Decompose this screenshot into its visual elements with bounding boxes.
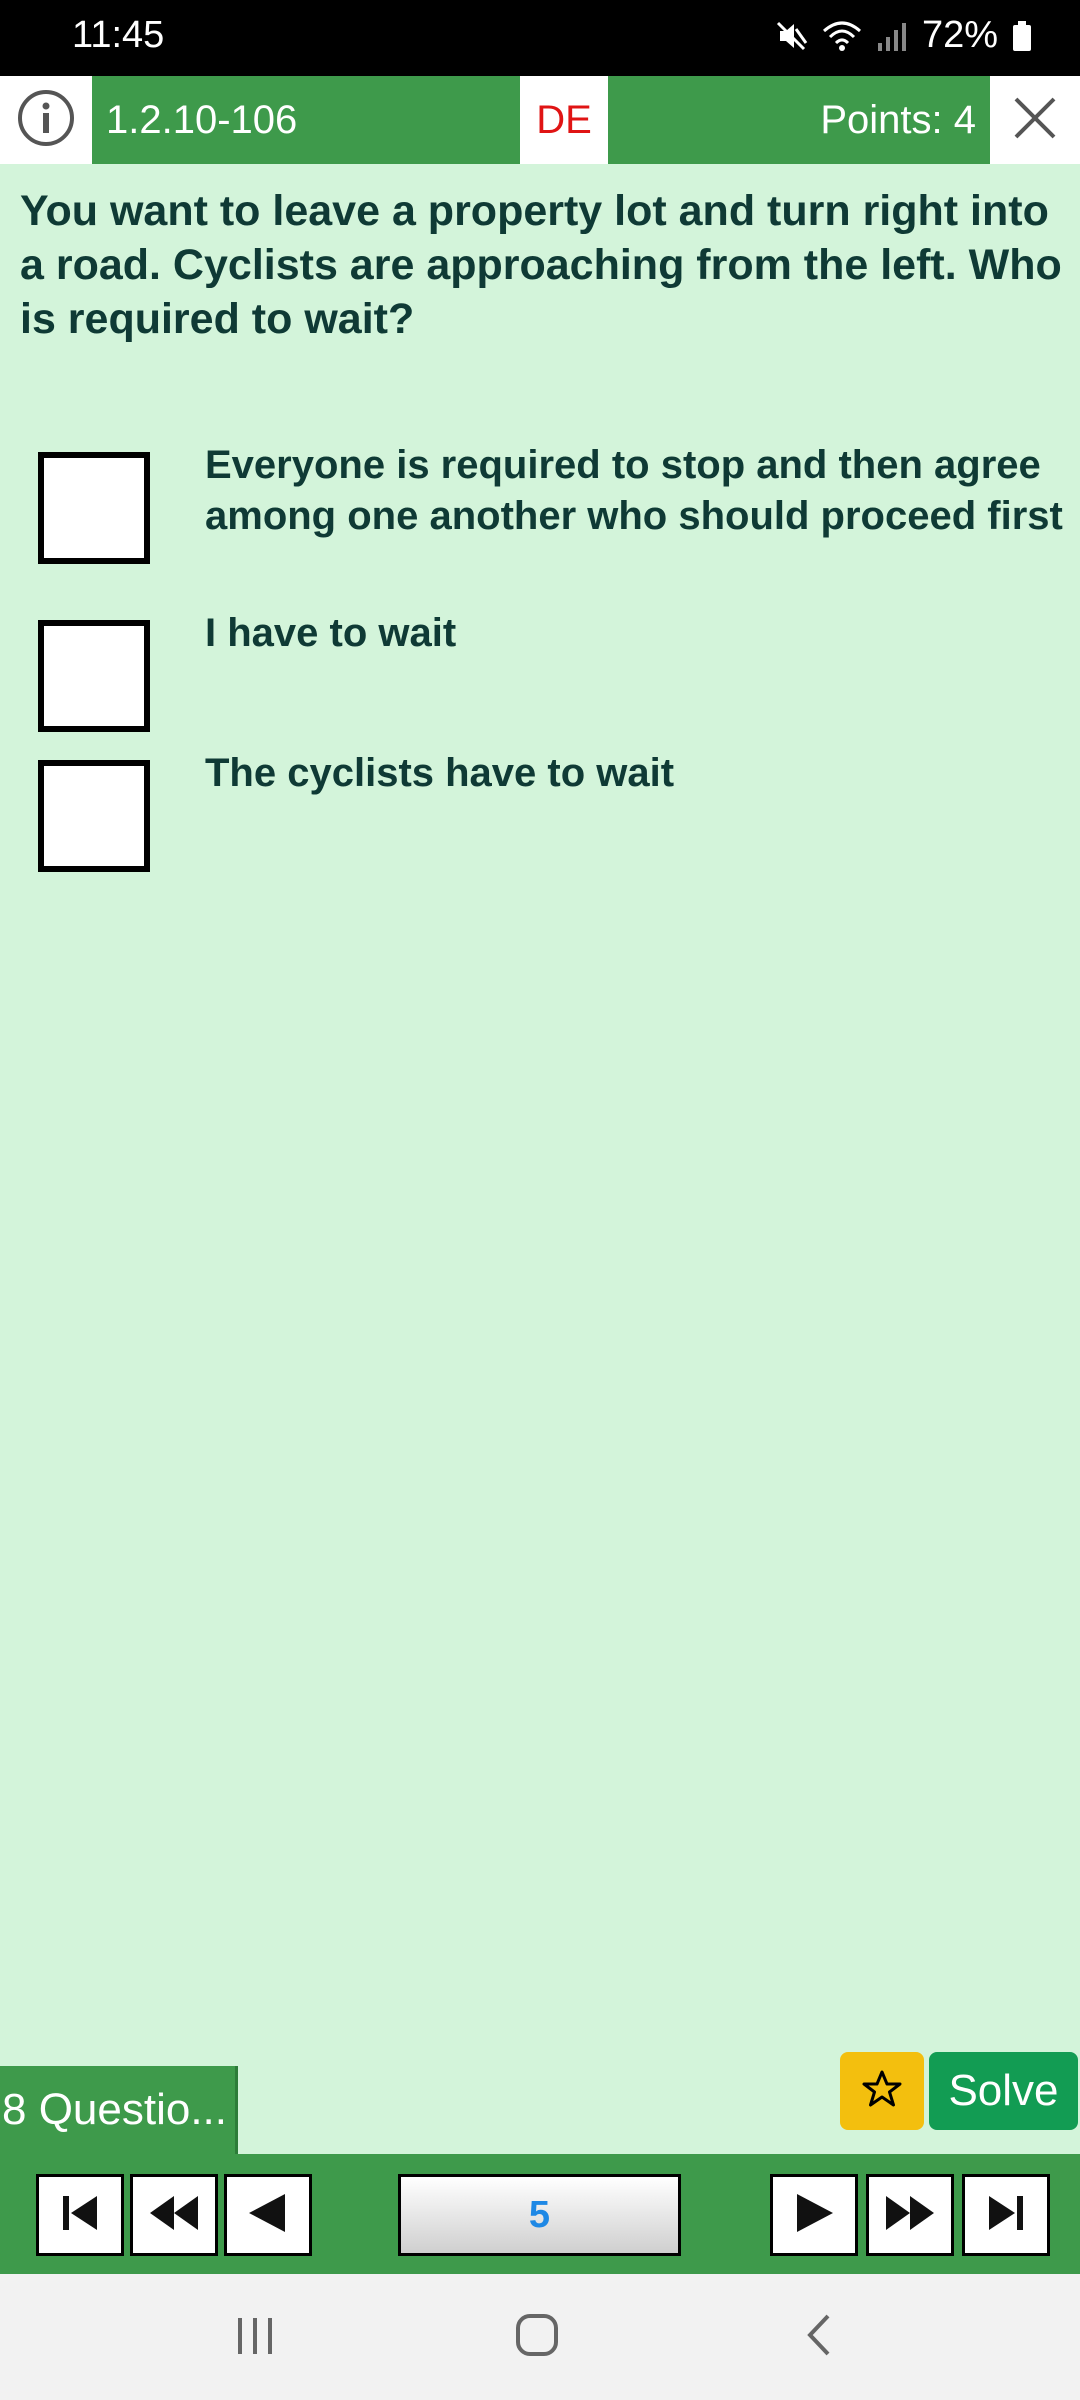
language-toggle[interactable]: DE — [520, 76, 608, 164]
previous-question-button[interactable] — [224, 2174, 312, 2256]
close-icon — [1012, 95, 1058, 146]
previous-icon — [243, 2188, 293, 2243]
status-icons: 72% — [774, 14, 1032, 57]
star-icon — [862, 2069, 902, 2114]
answer-text: I have to wait — [205, 611, 457, 655]
battery-percent: 72% — [921, 14, 998, 56]
fast-forward-icon — [882, 2188, 938, 2243]
close-button[interactable] — [990, 76, 1080, 164]
question-header: 1.2.10-106 DE Points: 4 — [0, 76, 1080, 164]
status-time: 11:45 — [72, 14, 165, 56]
questions-list-tab[interactable]: 8 Questio... — [0, 2066, 238, 2154]
battery-icon — [1012, 19, 1032, 53]
question-text: You want to leave a property lot and tur… — [20, 187, 1062, 343]
current-question-number[interactable]: 5 — [398, 2174, 681, 2256]
recent-apps-button[interactable] — [230, 2310, 280, 2365]
solve-button[interactable]: Solve — [929, 2052, 1078, 2130]
question-navigation: 5 — [0, 2154, 1080, 2274]
answer-checkbox[interactable] — [38, 760, 150, 872]
first-question-button[interactable] — [36, 2174, 124, 2256]
status-bar: 11:45 72% — [0, 0, 1080, 76]
answer-text: The cyclists have to wait — [205, 751, 675, 795]
fast-forward-button[interactable] — [866, 2174, 954, 2256]
rewind-icon — [146, 2188, 202, 2243]
back-button[interactable] — [800, 2310, 840, 2365]
points-label: Points: 4 — [608, 76, 990, 164]
info-button[interactable] — [0, 76, 92, 164]
last-question-button[interactable] — [962, 2174, 1050, 2256]
answer-checkbox[interactable] — [38, 620, 150, 732]
wifi-icon — [822, 19, 862, 53]
skip-first-icon — [55, 2188, 105, 2243]
rewind-button[interactable] — [130, 2174, 218, 2256]
bookmark-button[interactable] — [840, 2052, 924, 2130]
answer-checkbox[interactable] — [38, 452, 150, 564]
question-code: 1.2.10-106 — [92, 76, 520, 164]
info-icon — [16, 88, 76, 153]
recent-apps-icon — [230, 2310, 280, 2365]
signal-icon — [876, 19, 908, 53]
mute-icon — [774, 19, 808, 53]
next-icon — [789, 2188, 839, 2243]
next-question-button[interactable] — [770, 2174, 858, 2256]
answer-text: Everyone is required to stop and then ag… — [205, 443, 1063, 538]
back-icon — [800, 2310, 840, 2365]
home-button[interactable] — [512, 2310, 562, 2365]
skip-last-icon — [981, 2188, 1031, 2243]
home-icon — [512, 2310, 562, 2365]
system-navigation-bar — [0, 2274, 1080, 2400]
